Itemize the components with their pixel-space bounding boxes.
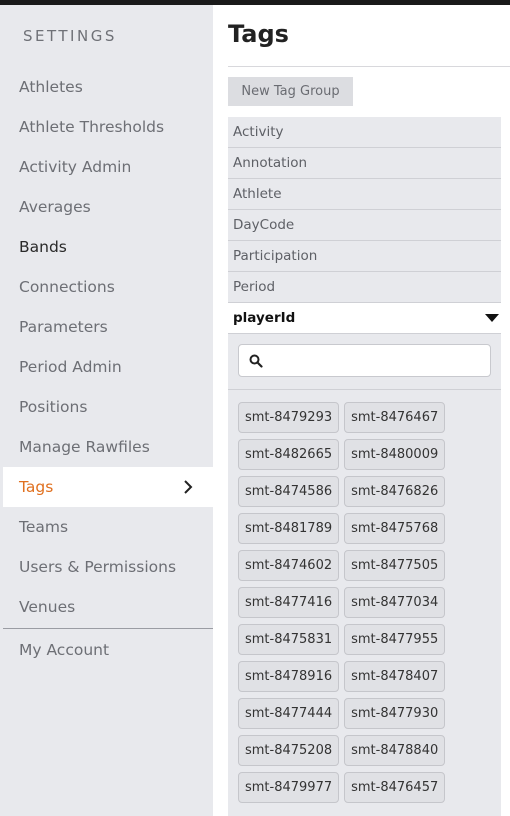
- tag-chip[interactable]: smt-8474586: [238, 476, 340, 507]
- tag-group-activity[interactable]: Activity: [228, 117, 501, 148]
- tag-chip[interactable]: smt-8475208: [238, 735, 340, 766]
- sidebar-item-connections[interactable]: Connections: [3, 267, 213, 307]
- sidebar-item-parameters[interactable]: Parameters: [3, 307, 213, 347]
- new-tag-group-button[interactable]: New Tag Group: [228, 77, 353, 106]
- tag-search-input[interactable]: [269, 345, 490, 376]
- tag-chip[interactable]: smt-8475831: [238, 624, 340, 655]
- settings-nav: Athletes Athlete Thresholds Activity Adm…: [3, 67, 213, 670]
- sidebar-item-venues[interactable]: Venues: [3, 587, 213, 627]
- sidebar-item-activity-admin[interactable]: Activity Admin: [3, 147, 213, 187]
- tag-chip[interactable]: smt-8479293: [238, 402, 340, 433]
- tag-search-box[interactable]: [238, 344, 491, 377]
- search-icon: [249, 354, 263, 368]
- sidebar-item-tags[interactable]: Tags: [3, 467, 213, 507]
- tags-main-panel: Tags New Tag Group Activity Annotation A…: [213, 5, 510, 816]
- tag-chip[interactable]: smt-8482665: [238, 439, 340, 470]
- tag-group-annotation[interactable]: Annotation: [228, 148, 501, 179]
- tag-group-playerid-label: playerId: [233, 310, 296, 326]
- tag-chip[interactable]: smt-8477034: [344, 587, 446, 618]
- sidebar-item-period-admin[interactable]: Period Admin: [3, 347, 213, 387]
- tag-chip[interactable]: smt-8481789: [238, 513, 340, 544]
- tag-chip[interactable]: smt-8480009: [344, 439, 446, 470]
- tag-chip[interactable]: smt-8477955: [344, 624, 446, 655]
- sidebar-item-tags-label: Tags: [19, 478, 54, 496]
- tag-chip[interactable]: smt-8477444: [238, 698, 340, 729]
- tag-group-participation[interactable]: Participation: [228, 241, 501, 272]
- tag-chip[interactable]: smt-8476467: [344, 402, 446, 433]
- page-title: Tags: [228, 20, 289, 48]
- tag-group-athlete[interactable]: Athlete: [228, 179, 501, 210]
- sidebar-item-users-permissions[interactable]: Users & Permissions: [3, 547, 213, 587]
- tag-chip[interactable]: smt-8478840: [344, 735, 446, 766]
- tag-chip[interactable]: smt-8476826: [344, 476, 446, 507]
- tag-chip[interactable]: smt-8477930: [344, 698, 446, 729]
- tag-chip[interactable]: smt-8478407: [344, 661, 446, 692]
- settings-sidebar: SETTINGS Athletes Athlete Thresholds Act…: [0, 5, 213, 816]
- tag-chip[interactable]: smt-8479977: [238, 772, 340, 803]
- tag-chip[interactable]: smt-8476457: [344, 772, 446, 803]
- tag-chip[interactable]: smt-8477416: [238, 587, 340, 618]
- tag-panel-divider: [228, 389, 501, 390]
- sidebar-divider: [3, 628, 213, 629]
- tag-list: smt-8479293 smt-8476467 smt-8482665 smt-848…: [238, 402, 491, 809]
- sidebar-item-athlete-thresholds[interactable]: Athlete Thresholds: [3, 107, 213, 147]
- tag-chip[interactable]: smt-8478916: [238, 661, 340, 692]
- tag-group-period[interactable]: Period: [228, 272, 501, 303]
- tag-group-daycode[interactable]: DayCode: [228, 210, 501, 241]
- tag-chip[interactable]: smt-8477505: [344, 550, 446, 581]
- chevron-right-icon: [184, 480, 193, 494]
- tag-chip[interactable]: smt-8474602: [238, 550, 340, 581]
- playerid-tag-panel: smt-8479293 smt-8476467 smt-8482665 smt-848…: [228, 334, 501, 816]
- sidebar-item-teams[interactable]: Teams: [3, 507, 213, 547]
- tag-group-list: Activity Annotation Athlete DayCode Part…: [228, 117, 501, 816]
- sidebar-item-manage-rawfiles[interactable]: Manage Rawfiles: [3, 427, 213, 467]
- sidebar-title: SETTINGS: [23, 27, 117, 45]
- sidebar-item-athletes[interactable]: Athletes: [3, 67, 213, 107]
- sidebar-item-bands[interactable]: Bands: [3, 227, 213, 267]
- caret-down-icon: [485, 314, 499, 322]
- sidebar-item-positions[interactable]: Positions: [3, 387, 213, 427]
- sidebar-item-my-account[interactable]: My Account: [3, 630, 213, 670]
- tag-chip[interactable]: smt-8475768: [344, 513, 446, 544]
- tag-group-playerid[interactable]: playerId: [228, 303, 501, 334]
- sidebar-item-averages[interactable]: Averages: [3, 187, 213, 227]
- title-divider: [228, 66, 510, 67]
